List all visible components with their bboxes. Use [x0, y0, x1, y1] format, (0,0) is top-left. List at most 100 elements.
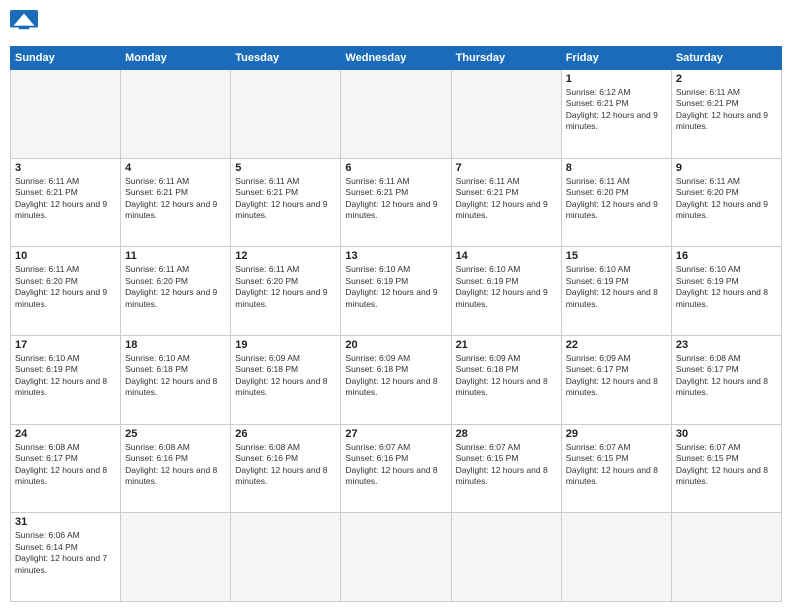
day-info: Sunrise: 6:10 AMSunset: 6:19 PMDaylight:…: [456, 264, 557, 310]
day-info: Sunrise: 6:11 AMSunset: 6:21 PMDaylight:…: [125, 176, 226, 222]
day-number: 29: [566, 428, 667, 440]
calendar-cell: 30 Sunrise: 6:07 AMSunset: 6:15 PMDayligh…: [671, 424, 781, 513]
day-number: 12: [235, 250, 336, 262]
calendar-cell: 12 Sunrise: 6:11 AMSunset: 6:20 PMDayligh…: [231, 247, 341, 336]
day-number: 14: [456, 250, 557, 262]
calendar-cell: 27 Sunrise: 6:07 AMSunset: 6:16 PMDayligh…: [341, 424, 451, 513]
calendar-cell: 23 Sunrise: 6:08 AMSunset: 6:17 PMDayligh…: [671, 335, 781, 424]
calendar-week-0: 1 Sunrise: 6:12 AMSunset: 6:21 PMDaylight…: [11, 70, 782, 159]
day-number: 13: [345, 250, 446, 262]
calendar-cell: 11Sunrise: 6:11 AMSunset: 6:20 PMDayligh…: [121, 247, 231, 336]
calendar-cell: 9Sunrise: 6:11 AMSunset: 6:20 PMDaylight…: [671, 158, 781, 247]
day-number: 19: [235, 339, 336, 351]
calendar-week-3: 17 Sunrise: 6:10 AMSunset: 6:19 PMDayligh…: [11, 335, 782, 424]
calendar-cell: 31Sunrise: 6:06 AMSunset: 6:14 PMDayligh…: [11, 513, 121, 602]
day-number: 18: [125, 339, 226, 351]
day-info: Sunrise: 6:08 AMSunset: 6:17 PMDaylight:…: [676, 353, 777, 399]
day-number: 24: [15, 428, 116, 440]
calendar-cell: [341, 513, 451, 602]
day-info: Sunrise: 6:09 AMSunset: 6:18 PMDaylight:…: [235, 353, 336, 399]
day-info: Sunrise: 6:11 AMSunset: 6:20 PMDaylight:…: [566, 176, 667, 222]
day-info: Sunrise: 6:09 AMSunset: 6:18 PMDaylight:…: [345, 353, 446, 399]
day-info: Sunrise: 6:07 AMSunset: 6:16 PMDaylight:…: [345, 442, 446, 488]
calendar-cell: 1 Sunrise: 6:12 AMSunset: 6:21 PMDaylight…: [561, 70, 671, 159]
day-info: Sunrise: 6:09 AMSunset: 6:17 PMDaylight:…: [566, 353, 667, 399]
day-number: 30: [676, 428, 777, 440]
day-number: 22: [566, 339, 667, 351]
calendar-week-1: 3Sunrise: 6:11 AMSunset: 6:21 PMDaylight…: [11, 158, 782, 247]
calendar-cell: 20Sunrise: 6:09 AMSunset: 6:18 PMDayligh…: [341, 335, 451, 424]
calendar-cell: 26 Sunrise: 6:08 AMSunset: 6:16 PMDayligh…: [231, 424, 341, 513]
day-number: 26: [235, 428, 336, 440]
day-info: Sunrise: 6:10 AMSunset: 6:19 PMDaylight:…: [566, 264, 667, 310]
day-info: Sunrise: 6:07 AMSunset: 6:15 PMDaylight:…: [566, 442, 667, 488]
calendar-cell: [451, 70, 561, 159]
calendar-cell: 19 Sunrise: 6:09 AMSunset: 6:18 PMDayligh…: [231, 335, 341, 424]
day-number: 27: [345, 428, 446, 440]
day-number: 28: [456, 428, 557, 440]
day-number: 8: [566, 162, 667, 174]
calendar-cell: [11, 70, 121, 159]
day-info: Sunrise: 6:11 AMSunset: 6:21 PMDaylight:…: [15, 176, 116, 222]
day-number: 15: [566, 250, 667, 262]
day-info: Sunrise: 6:11 AMSunset: 6:20 PMDaylight:…: [235, 264, 336, 310]
calendar-cell: 18Sunrise: 6:10 AMSunset: 6:18 PMDayligh…: [121, 335, 231, 424]
calendar-cell: 22 Sunrise: 6:09 AMSunset: 6:17 PMDayligh…: [561, 335, 671, 424]
calendar-cell: 14 Sunrise: 6:10 AMSunset: 6:19 PMDayligh…: [451, 247, 561, 336]
day-info: Sunrise: 6:10 AMSunset: 6:19 PMDaylight:…: [345, 264, 446, 310]
day-info: Sunrise: 6:11 AMSunset: 6:20 PMDaylight:…: [125, 264, 226, 310]
day-info: Sunrise: 6:11 AMSunset: 6:21 PMDaylight:…: [676, 87, 777, 133]
weekday-header-tuesday: Tuesday: [231, 47, 341, 70]
day-info: Sunrise: 6:08 AMSunset: 6:16 PMDaylight:…: [125, 442, 226, 488]
day-number: 17: [15, 339, 116, 351]
day-number: 10: [15, 250, 116, 262]
calendar-cell: 24 Sunrise: 6:08 AMSunset: 6:17 PMDayligh…: [11, 424, 121, 513]
day-number: 5: [235, 162, 336, 174]
logo: [10, 10, 42, 38]
weekday-header-wednesday: Wednesday: [341, 47, 451, 70]
calendar-cell: 13 Sunrise: 6:10 AMSunset: 6:19 PMDayligh…: [341, 247, 451, 336]
day-number: 9: [676, 162, 777, 174]
day-info: Sunrise: 6:07 AMSunset: 6:15 PMDaylight:…: [676, 442, 777, 488]
calendar-cell: 8 Sunrise: 6:11 AMSunset: 6:20 PMDaylight…: [561, 158, 671, 247]
day-number: 4: [125, 162, 226, 174]
day-info: Sunrise: 6:09 AMSunset: 6:18 PMDaylight:…: [456, 353, 557, 399]
day-info: Sunrise: 6:08 AMSunset: 6:16 PMDaylight:…: [235, 442, 336, 488]
weekday-header-saturday: Saturday: [671, 47, 781, 70]
weekday-header-row: SundayMondayTuesdayWednesdayThursdayFrid…: [11, 47, 782, 70]
day-info: Sunrise: 6:07 AMSunset: 6:15 PMDaylight:…: [456, 442, 557, 488]
day-info: Sunrise: 6:08 AMSunset: 6:17 PMDaylight:…: [15, 442, 116, 488]
calendar-cell: 28 Sunrise: 6:07 AMSunset: 6:15 PMDayligh…: [451, 424, 561, 513]
day-number: 7: [456, 162, 557, 174]
day-info: Sunrise: 6:06 AMSunset: 6:14 PMDaylight:…: [15, 530, 116, 576]
calendar-cell: 15 Sunrise: 6:10 AMSunset: 6:19 PMDayligh…: [561, 247, 671, 336]
calendar-cell: [231, 70, 341, 159]
calendar-cell: 6Sunrise: 6:11 AMSunset: 6:21 PMDaylight…: [341, 158, 451, 247]
calendar-cell: 25Sunrise: 6:08 AMSunset: 6:16 PMDayligh…: [121, 424, 231, 513]
weekday-header-thursday: Thursday: [451, 47, 561, 70]
calendar-cell: [121, 70, 231, 159]
calendar-body: 1 Sunrise: 6:12 AMSunset: 6:21 PMDaylight…: [11, 70, 782, 602]
calendar-table: SundayMondayTuesdayWednesdayThursdayFrid…: [10, 46, 782, 602]
calendar-week-5: 31Sunrise: 6:06 AMSunset: 6:14 PMDayligh…: [11, 513, 782, 602]
weekday-header-sunday: Sunday: [11, 47, 121, 70]
day-info: Sunrise: 6:11 AMSunset: 6:20 PMDaylight:…: [15, 264, 116, 310]
day-number: 2: [676, 73, 777, 85]
day-info: Sunrise: 6:10 AMSunset: 6:19 PMDaylight:…: [676, 264, 777, 310]
day-info: Sunrise: 6:10 AMSunset: 6:19 PMDaylight:…: [15, 353, 116, 399]
calendar-cell: [231, 513, 341, 602]
weekday-header-friday: Friday: [561, 47, 671, 70]
calendar-week-4: 24 Sunrise: 6:08 AMSunset: 6:17 PMDayligh…: [11, 424, 782, 513]
day-info: Sunrise: 6:11 AMSunset: 6:21 PMDaylight:…: [235, 176, 336, 222]
calendar-cell: 5 Sunrise: 6:11 AMSunset: 6:21 PMDaylight…: [231, 158, 341, 247]
day-number: 1: [566, 73, 667, 85]
calendar-cell: 3Sunrise: 6:11 AMSunset: 6:21 PMDaylight…: [11, 158, 121, 247]
calendar-cell: 29 Sunrise: 6:07 AMSunset: 6:15 PMDayligh…: [561, 424, 671, 513]
day-info: Sunrise: 6:12 AMSunset: 6:21 PMDaylight:…: [566, 87, 667, 133]
calendar-cell: [121, 513, 231, 602]
calendar-cell: 10 Sunrise: 6:11 AMSunset: 6:20 PMDayligh…: [11, 247, 121, 336]
calendar-cell: 17 Sunrise: 6:10 AMSunset: 6:19 PMDayligh…: [11, 335, 121, 424]
generalblue-logo-icon: [10, 10, 38, 38]
day-info: Sunrise: 6:11 AMSunset: 6:21 PMDaylight:…: [456, 176, 557, 222]
day-number: 23: [676, 339, 777, 351]
